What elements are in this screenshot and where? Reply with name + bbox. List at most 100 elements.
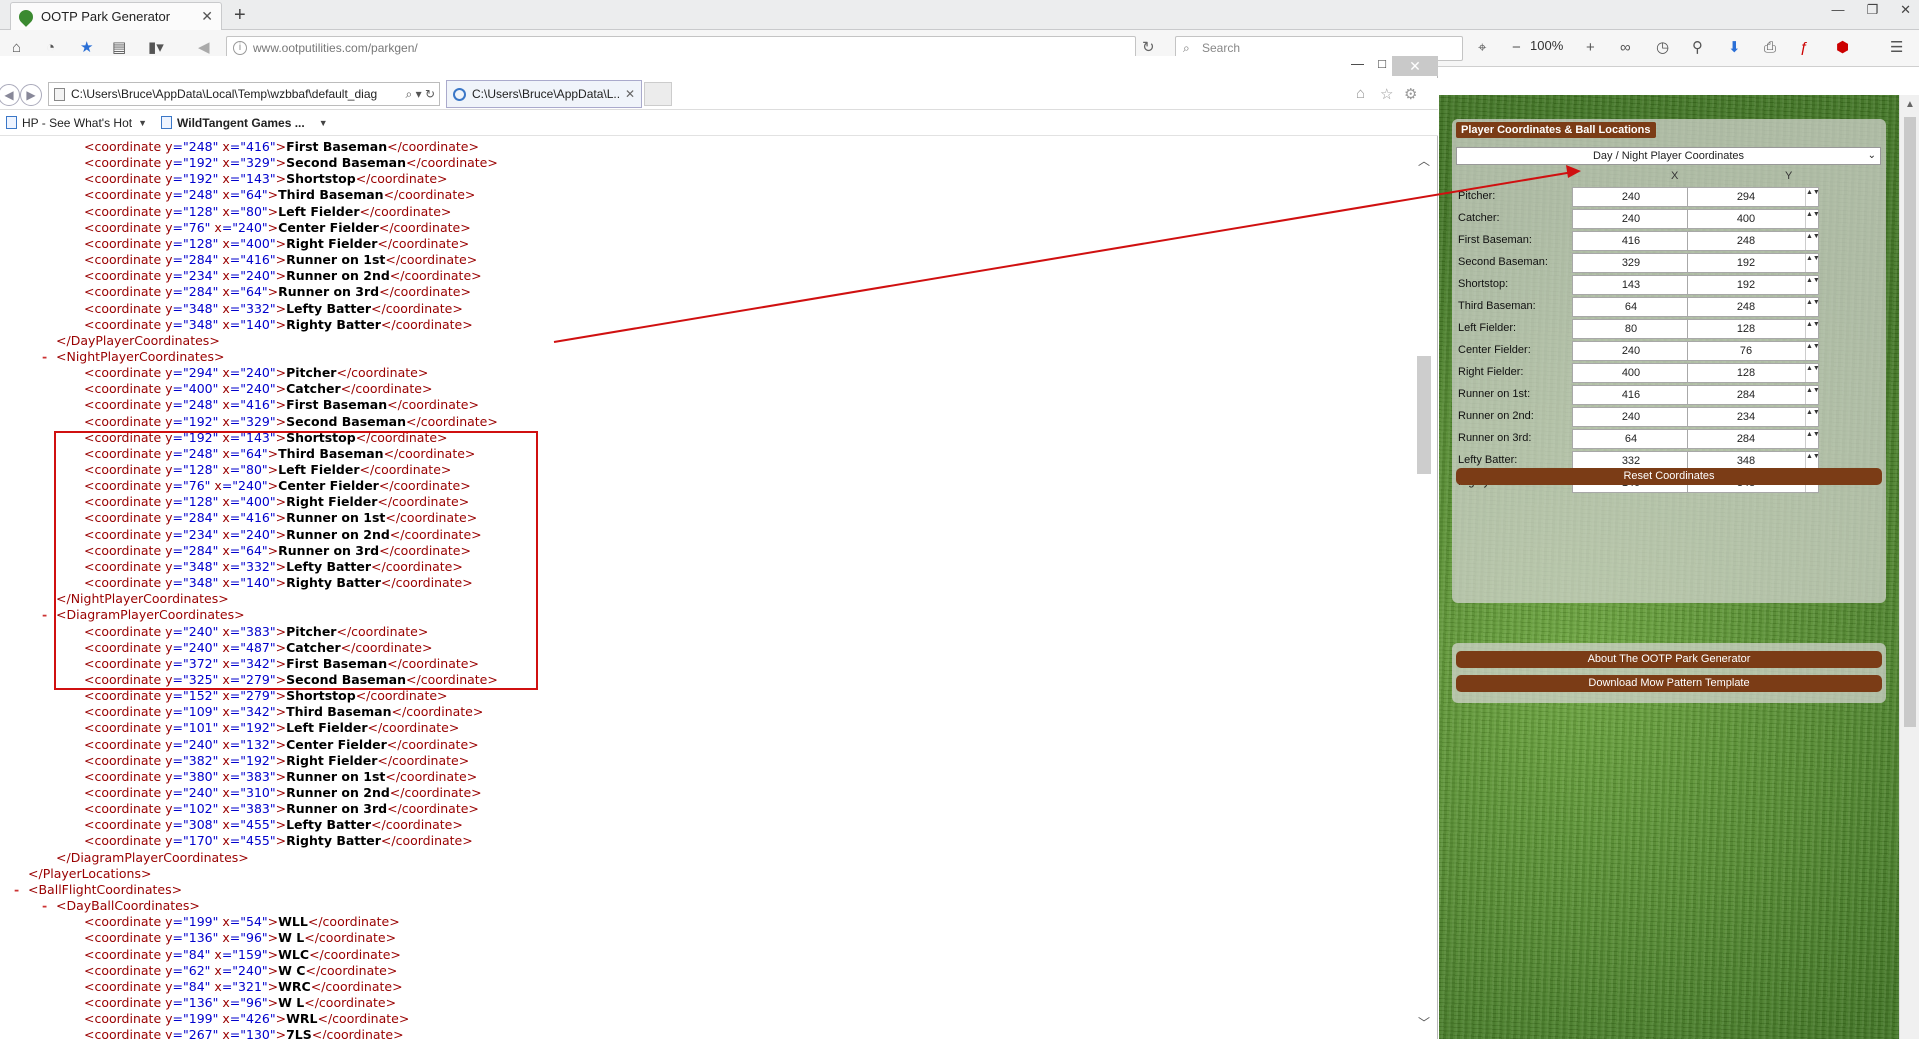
page-scroll-up-icon[interactable]: ▲ bbox=[1905, 99, 1915, 110]
bookmarks-menu-icon[interactable]: ▮▾ bbox=[148, 38, 164, 58]
page-scroll-thumb[interactable] bbox=[1904, 117, 1916, 727]
clock-icon[interactable]: ◷ bbox=[1656, 38, 1669, 58]
reset-coordinates-button[interactable]: Reset Coordinates bbox=[1456, 468, 1882, 485]
inner-tab-close-icon[interactable]: ✕ bbox=[625, 87, 635, 101]
xml-syntax: > bbox=[275, 316, 287, 332]
inner-new-tab[interactable] bbox=[644, 82, 672, 106]
about-button[interactable]: About The OOTP Park Generator bbox=[1456, 651, 1882, 668]
inner-close-icon[interactable]: ✕ bbox=[1392, 56, 1438, 76]
xml-syntax: > bbox=[275, 736, 287, 752]
address-search-refresh-icons[interactable]: ⌕ ▾ ↻ bbox=[406, 83, 435, 105]
spinner-arrows-icon[interactable]: ▲▼ bbox=[1805, 408, 1820, 426]
spinner-arrows-icon[interactable]: ▲▼ bbox=[1805, 386, 1820, 404]
x-coordinate-stepper[interactable]: 64▲▼ bbox=[1572, 429, 1705, 449]
info-icon[interactable]: i bbox=[233, 41, 247, 55]
inner-home-icon[interactable]: ⌂ bbox=[1356, 85, 1365, 102]
download-icon[interactable]: ⬇ bbox=[1728, 38, 1741, 58]
favorite-hp[interactable]: HP - See What's Hot ▼ bbox=[6, 116, 147, 130]
collapse-toggle[interactable]: - bbox=[14, 882, 19, 898]
inner-forward-icon[interactable]: ▶ bbox=[20, 84, 42, 106]
x-coordinate-stepper[interactable]: 416▲▼ bbox=[1572, 385, 1705, 405]
y-coordinate-stepper[interactable]: 128 ▲▼ bbox=[1687, 319, 1820, 339]
x-coordinate-stepper[interactable]: 64▲▼ bbox=[1572, 297, 1705, 317]
zoom-out-icon[interactable]: − bbox=[1512, 38, 1521, 58]
y-coordinate-stepper[interactable]: 234 ▲▼ bbox=[1687, 407, 1820, 427]
spinner-arrows-icon[interactable]: ▲▼ bbox=[1805, 320, 1820, 338]
x-coordinate-stepper[interactable]: 416▲▼ bbox=[1572, 231, 1705, 251]
browser-tab[interactable]: OOTP Park Generator ✕ bbox=[10, 2, 222, 30]
close-window-icon[interactable]: ✕ bbox=[1900, 2, 1911, 18]
y-coordinate-stepper[interactable]: 248 ▲▼ bbox=[1687, 231, 1820, 251]
x-coordinate-stepper[interactable]: 240▲▼ bbox=[1572, 209, 1705, 229]
restore-icon[interactable]: ❐ bbox=[1866, 2, 1878, 18]
menu-icon[interactable]: ☰ bbox=[1890, 38, 1903, 58]
back-icon[interactable]: ◀ bbox=[198, 38, 210, 58]
y-coordinate-stepper[interactable]: 128 ▲▼ bbox=[1687, 363, 1820, 383]
adblock-icon[interactable]: ⬢ bbox=[1836, 38, 1849, 58]
collapse-toggle[interactable]: - bbox=[42, 349, 47, 365]
magnifier-icon[interactable]: ⚲ bbox=[1692, 38, 1703, 58]
xml-syntax: =" bbox=[172, 671, 189, 687]
x-coordinate-stepper[interactable]: 143▲▼ bbox=[1572, 275, 1705, 295]
inner-scrollbar[interactable]: ︿ ﹀ bbox=[1412, 138, 1436, 1039]
collapse-toggle[interactable]: - bbox=[42, 607, 47, 623]
spinner-arrows-icon[interactable]: ▲▼ bbox=[1805, 298, 1820, 316]
x-coordinate-stepper[interactable]: 80▲▼ bbox=[1572, 319, 1705, 339]
spinner-arrows-icon[interactable]: ▲▼ bbox=[1805, 430, 1820, 448]
spinner-arrows-icon[interactable]: ▲▼ bbox=[1805, 342, 1820, 360]
y-coordinate-stepper[interactable]: 294 ▲▼ bbox=[1687, 187, 1820, 207]
x-coordinate-stepper[interactable]: 240▲▼ bbox=[1572, 407, 1705, 427]
scroll-down-icon[interactable]: ﹀ bbox=[1418, 1014, 1430, 1031]
spinner-arrows-icon[interactable]: ▲▼ bbox=[1805, 232, 1820, 250]
spinner-arrows-icon[interactable]: ▲▼ bbox=[1805, 364, 1820, 382]
mode-select[interactable]: Day / Night Player Coordinates ⌄ bbox=[1456, 147, 1881, 165]
y-coordinate-stepper[interactable]: 192 ▲▼ bbox=[1687, 253, 1820, 273]
y-coordinate-stepper[interactable]: 400 ▲▼ bbox=[1687, 209, 1820, 229]
inner-favorites-icon[interactable]: ☆ bbox=[1380, 85, 1393, 103]
scroll-up-icon[interactable]: ︿ bbox=[1418, 152, 1430, 169]
x-coordinate-stepper[interactable]: 329▲▼ bbox=[1572, 253, 1705, 273]
y-coordinate-stepper[interactable]: 248 ▲▼ bbox=[1687, 297, 1820, 317]
new-tab-icon[interactable]: + bbox=[234, 4, 246, 27]
clipboard-icon[interactable]: ▤ bbox=[112, 38, 126, 58]
crosshair-icon[interactable]: ⌖ bbox=[1478, 38, 1486, 58]
y-coordinate-stepper[interactable]: 284 ▲▼ bbox=[1687, 429, 1820, 449]
history-icon[interactable]: ◔ bbox=[46, 38, 55, 58]
inner-maximize-icon[interactable]: □ bbox=[1378, 56, 1386, 71]
inner-settings-icon[interactable]: ⚙ bbox=[1404, 85, 1417, 103]
reload-icon[interactable]: ↻ bbox=[1142, 38, 1155, 56]
spinner-arrows-icon[interactable]: ▲▼ bbox=[1805, 188, 1820, 206]
scroll-thumb[interactable] bbox=[1417, 356, 1431, 474]
home-icon[interactable]: ⌂ bbox=[12, 38, 21, 58]
page-scrollbar[interactable]: ▲ bbox=[1899, 95, 1919, 1039]
xml-syntax: > bbox=[275, 558, 287, 574]
x-coordinate-stepper[interactable]: 400▲▼ bbox=[1572, 363, 1705, 383]
spinner-arrows-icon[interactable]: ▲▼ bbox=[1805, 276, 1820, 294]
print-icon[interactable]: ⎙ bbox=[1764, 38, 1776, 58]
spinner-arrows-icon[interactable]: ▲▼ bbox=[1805, 254, 1820, 272]
minimize-icon[interactable]: — bbox=[1831, 2, 1844, 18]
close-tab-icon[interactable]: ✕ bbox=[201, 8, 213, 25]
inner-minimize-icon[interactable]: — bbox=[1351, 56, 1364, 71]
xml-syntax: </coordinate> bbox=[304, 930, 397, 946]
xml-syntax: > bbox=[275, 235, 287, 251]
flash-icon[interactable]: ƒ bbox=[1800, 38, 1808, 58]
xml-tag-line: - <NightPlayerCoordinates> bbox=[42, 349, 225, 365]
inner-address-bar[interactable]: C:\Users\Bruce\AppData\Local\Temp\wzbbaf… bbox=[48, 82, 440, 106]
bookmark-star-icon[interactable]: ★ bbox=[80, 38, 93, 58]
zoom-in-icon[interactable]: + bbox=[1586, 38, 1595, 58]
y-coordinate-stepper[interactable]: 192 ▲▼ bbox=[1687, 275, 1820, 295]
mask-icon[interactable]: ∞ bbox=[1620, 38, 1631, 58]
xml-syntax: <coordinate bbox=[84, 688, 166, 704]
x-coordinate-stepper[interactable]: 240▲▼ bbox=[1572, 341, 1705, 361]
inner-tab[interactable]: C:\Users\Bruce\AppData\L... ✕ bbox=[446, 80, 642, 108]
y-coordinate-stepper[interactable]: 76 ▲▼ bbox=[1687, 341, 1820, 361]
spinner-arrows-icon[interactable]: ▲▼ bbox=[1805, 210, 1820, 228]
favorite-wildtangent[interactable]: WildTangent Games ... ▼ bbox=[161, 116, 328, 130]
collapse-toggle[interactable]: - bbox=[42, 898, 47, 914]
inner-back-icon[interactable]: ◀ bbox=[0, 84, 20, 106]
x-coordinate-stepper[interactable]: 240▲▼ bbox=[1572, 187, 1705, 207]
download-template-button[interactable]: Download Mow Pattern Template bbox=[1456, 675, 1882, 692]
y-coordinate-stepper[interactable]: 284 ▲▼ bbox=[1687, 385, 1820, 405]
zoom-level[interactable]: 100% bbox=[1530, 38, 1563, 53]
